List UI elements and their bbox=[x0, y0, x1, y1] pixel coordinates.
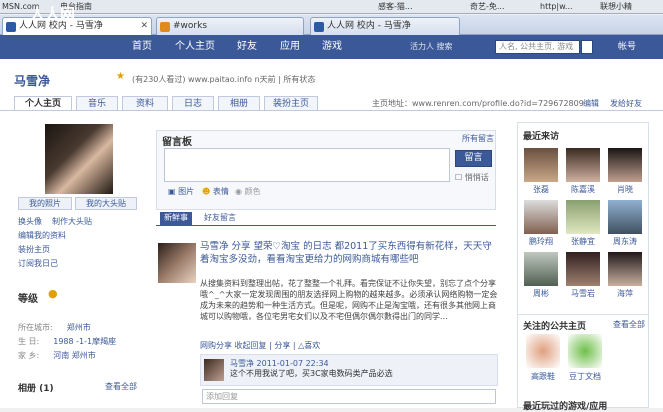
board-all-link[interactable]: 所有留言 bbox=[462, 133, 494, 144]
image-icon: ▣ bbox=[168, 187, 176, 196]
logo-text: 人人网 bbox=[30, 5, 76, 23]
public-page-avatar[interactable] bbox=[526, 334, 560, 368]
profile-url: 主页地址：www.renren.com/profile.do?id=729672… bbox=[372, 99, 584, 108]
bookmark-item[interactable]: http|w... bbox=[540, 1, 573, 14]
account-menu[interactable]: 帐号 bbox=[618, 35, 636, 59]
image-tool[interactable]: ▣ 图片 bbox=[168, 186, 194, 197]
search-input[interactable]: 人名, 公共主页, 游戏 bbox=[495, 40, 580, 54]
tab-album[interactable]: 相册 bbox=[218, 96, 260, 111]
star-icon: ★ bbox=[116, 71, 125, 82]
tab-music[interactable]: 音乐 bbox=[76, 96, 118, 111]
level-badge-icon: ● bbox=[48, 287, 58, 300]
nav-friends[interactable]: 好友 bbox=[237, 35, 257, 59]
visitor-avatar[interactable] bbox=[608, 252, 642, 286]
search-icon[interactable] bbox=[581, 40, 593, 54]
album-title: 相册 (1) bbox=[18, 384, 54, 394]
visitor-name[interactable]: 鹏玲翔 bbox=[519, 236, 563, 247]
page-favicon-icon bbox=[160, 22, 170, 32]
nav-greeting: 活力人 搜索 bbox=[410, 42, 453, 51]
visitor-name[interactable]: 肖晓 bbox=[603, 184, 647, 195]
renren-logo[interactable]: 人人网 bbox=[30, 2, 100, 23]
visitor-avatar[interactable] bbox=[524, 200, 558, 234]
visitor-name[interactable]: 马雪岩 bbox=[561, 288, 605, 299]
divider bbox=[517, 314, 649, 315]
tab-news-feed[interactable]: 新鲜事 bbox=[160, 212, 192, 225]
browser-tab[interactable]: #works bbox=[156, 17, 304, 35]
avatar[interactable] bbox=[45, 124, 113, 194]
level-label: 等级 bbox=[18, 294, 38, 305]
visitor-avatar[interactable] bbox=[566, 200, 600, 234]
tab-home[interactable]: 个人主页 bbox=[14, 96, 72, 111]
emoji-tool[interactable]: ☻ 表情 bbox=[202, 186, 229, 197]
visitor-avatar[interactable] bbox=[524, 148, 558, 182]
public-page-name[interactable]: 豆丁文档 bbox=[563, 371, 607, 382]
info-city: 所在城市: 郑州市 bbox=[18, 323, 91, 332]
recent-games-title: 最近玩过的游戏/应用 bbox=[523, 402, 608, 412]
recent-visitors-title: 最近来访 bbox=[523, 132, 560, 142]
tab-info[interactable]: 资料 bbox=[122, 96, 168, 111]
nav-profile[interactable]: 个人主页 bbox=[175, 35, 215, 59]
public-pages-view-all[interactable]: 查看全部 bbox=[613, 319, 645, 330]
renren-favicon-icon bbox=[314, 22, 324, 32]
reply-input[interactable]: 添加回复 bbox=[202, 389, 496, 404]
visitor-name[interactable]: 周东涛 bbox=[603, 236, 647, 247]
bookmark-item[interactable]: 感客-猫... bbox=[378, 1, 413, 14]
make-avatar-link[interactable]: 制作大头贴 bbox=[52, 216, 92, 227]
feed-title[interactable]: 马雪净 分享 望荣♡淘宝 的日志 都2011了买东西得有新花样，天天守着淘宝多没… bbox=[200, 240, 500, 266]
close-icon[interactable]: ✕ bbox=[140, 18, 148, 35]
change-avatar-link[interactable]: 换头像 bbox=[18, 216, 42, 227]
profile-name: 马雪净 bbox=[14, 74, 51, 88]
subscribe-link[interactable]: 订阅我日己 bbox=[18, 258, 58, 269]
visitor-avatar[interactable] bbox=[566, 252, 600, 286]
reply-text: 这个不用我说了吧，买3C家电数码类产品必选 bbox=[230, 369, 393, 378]
decorate-link[interactable]: 装扮主页 bbox=[18, 244, 50, 255]
palette-icon: ◉ bbox=[235, 187, 242, 196]
divider bbox=[0, 110, 663, 111]
divider bbox=[156, 225, 496, 226]
post-message-button[interactable]: 留言 bbox=[455, 150, 492, 167]
feed-actions[interactable]: 网购分享 收起回复 | 分享 | △喜欢 bbox=[200, 340, 320, 351]
visitor-avatar[interactable] bbox=[608, 148, 642, 182]
bookmark-item[interactable]: 联想小精 bbox=[600, 1, 632, 14]
info-hometown: 家 乡: 河南 郑州市 bbox=[18, 351, 96, 360]
public-pages-title: 关注的公共主页 bbox=[523, 322, 587, 332]
info-birthday: 生 日: 1988 -1-1摩羯座 bbox=[18, 337, 117, 346]
edit-profile-link[interactable]: 编辑我的资料 bbox=[18, 230, 66, 241]
smiley-icon: ☻ bbox=[202, 187, 211, 196]
renren-favicon-icon bbox=[6, 22, 16, 32]
visitor-name[interactable]: 张静宜 bbox=[561, 236, 605, 247]
share-link[interactable]: 发给好友 bbox=[610, 98, 642, 109]
profile-meta: (有230人看过) www.paitao.info n天前 | 所有状态 bbox=[132, 75, 316, 84]
whisper-checkbox[interactable]: ☐ 悄悄话 bbox=[455, 172, 489, 183]
edit-link[interactable]: 编辑 bbox=[583, 98, 599, 109]
visitor-avatar[interactable] bbox=[608, 200, 642, 234]
my-photos-button[interactable]: 我的照片 bbox=[18, 197, 72, 210]
my-avatar-button[interactable]: 我的大头贴 bbox=[75, 197, 137, 210]
color-tool[interactable]: ◉ 颜色 bbox=[235, 186, 261, 197]
bookmark-item[interactable]: 奇艺-免... bbox=[470, 1, 505, 14]
board-title: 留言板 bbox=[162, 137, 192, 148]
feed-avatar[interactable] bbox=[158, 243, 196, 283]
visitor-avatar[interactable] bbox=[524, 252, 558, 286]
visitor-name[interactable]: 周彬 bbox=[519, 288, 563, 299]
tab-friend-messages[interactable]: 好友留言 bbox=[200, 212, 240, 225]
visitor-avatar[interactable] bbox=[566, 148, 600, 182]
message-input[interactable] bbox=[164, 148, 450, 182]
album-view-all[interactable]: 查看全部 bbox=[105, 381, 137, 392]
tab-decorate[interactable]: 装扮主页 bbox=[264, 96, 318, 111]
nav-games[interactable]: 游戏 bbox=[322, 35, 342, 59]
nav-home[interactable]: 首页 bbox=[132, 35, 152, 59]
visitor-name[interactable]: 张磊 bbox=[519, 184, 563, 195]
public-page-avatar[interactable] bbox=[568, 334, 602, 368]
tab-blog[interactable]: 日志 bbox=[172, 96, 214, 111]
visitor-name[interactable]: 海萍 bbox=[603, 288, 647, 299]
nav-apps[interactable]: 应用 bbox=[280, 35, 300, 59]
public-page-name[interactable]: 高跟鞋 bbox=[521, 371, 565, 382]
browser-tab[interactable]: 人人网 校内 - 马雪净 bbox=[310, 17, 460, 35]
feed-body: 从搜集资料到整理出帖，花了整整一个礼拜。看完保证不让你失望，别忘了点个分享哦^_… bbox=[200, 279, 498, 321]
avatar[interactable] bbox=[204, 359, 224, 381]
visitor-name[interactable]: 陈嘉溪 bbox=[561, 184, 605, 195]
